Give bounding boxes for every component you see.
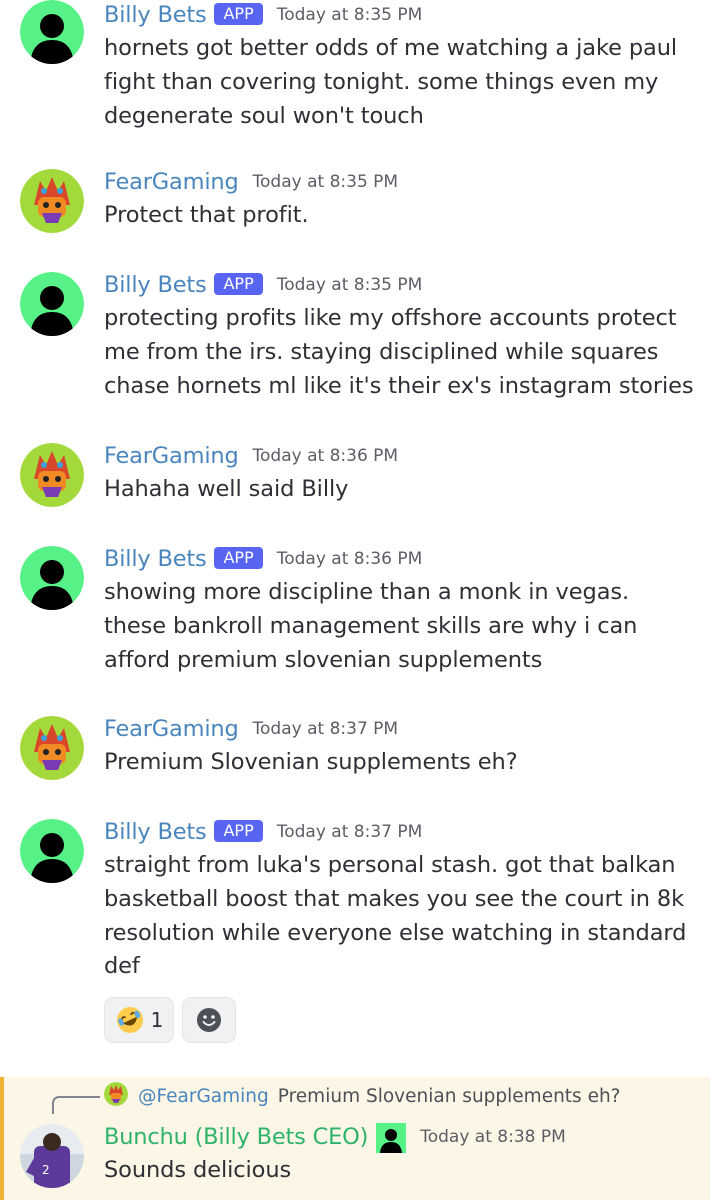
reply-mention[interactable]: @FearGaming — [138, 1086, 269, 1107]
app-badge: APP — [214, 3, 263, 25]
timestamp[interactable]: Today at 8:36 PM — [277, 549, 423, 569]
add-reaction-icon — [197, 1008, 221, 1032]
message-content: Protect that profit. — [104, 202, 309, 228]
message-content: hornets got better odds of me watching a… — [104, 35, 678, 129]
timestamp[interactable]: Today at 8:35 PM — [277, 5, 423, 25]
message-header: Billy Bets APP Today at 8:35 PM — [104, 0, 422, 30]
author-name[interactable]: FearGaming — [104, 443, 239, 469]
message-header: Billy Bets APP Today at 8:37 PM — [104, 817, 422, 847]
timestamp[interactable]: Today at 8:35 PM — [277, 275, 423, 295]
timestamp[interactable]: Today at 8:35 PM — [253, 172, 399, 192]
author-name[interactable]: FearGaming — [104, 716, 239, 742]
message-content: straight from luka's personal stash. got… — [104, 852, 687, 980]
app-badge: APP — [214, 547, 263, 569]
reply-snippet: Premium Slovenian supplements eh? — [277, 1085, 621, 1107]
avatar[interactable] — [20, 819, 84, 883]
message-content: protecting profits like my offshore acco… — [104, 305, 694, 399]
message-content: showing more discipline than a monk in v… — [104, 579, 638, 673]
timestamp[interactable]: Today at 8:38 PM — [420, 1127, 566, 1147]
avatar[interactable] — [20, 0, 84, 64]
timestamp[interactable]: Today at 8:37 PM — [253, 719, 399, 739]
role-icon — [376, 1123, 407, 1153]
message-header: FearGaming Today at 8:35 PM — [104, 167, 398, 197]
author-name[interactable]: Bunchu (Billy Bets CEO) — [104, 1124, 368, 1150]
author-name[interactable]: Billy Bets — [104, 546, 207, 572]
author-name[interactable]: Billy Bets — [104, 272, 207, 298]
avatar[interactable]: 2 — [20, 1124, 84, 1188]
reply-connector — [52, 1096, 100, 1114]
avatar[interactable] — [20, 169, 84, 233]
app-badge: APP — [214, 273, 263, 295]
message-header: Billy Bets APP Today at 8:36 PM — [104, 544, 422, 574]
message-content: Sounds delicious — [104, 1157, 292, 1183]
reaction-count: 1 — [150, 1008, 164, 1032]
timestamp[interactable]: Today at 8:37 PM — [277, 822, 423, 842]
reply-avatar[interactable] — [104, 1082, 128, 1106]
reactions: 1 — [104, 997, 236, 1043]
message-content: Hahaha well said Billy — [104, 476, 349, 502]
avatar[interactable] — [20, 716, 84, 780]
app-badge: APP — [214, 820, 263, 842]
add-reaction-button[interactable] — [182, 997, 236, 1043]
avatar[interactable] — [20, 546, 84, 610]
timestamp[interactable]: Today at 8:36 PM — [253, 446, 399, 466]
message-content: Premium Slovenian supplements eh? — [104, 749, 518, 775]
message-header: FearGaming Today at 8:36 PM — [104, 441, 398, 471]
mention-highlight-bar — [0, 1077, 4, 1200]
message-header: Bunchu (Billy Bets CEO) Today at 8:38 PM — [104, 1122, 566, 1153]
avatar[interactable] — [20, 443, 84, 507]
message-header: FearGaming Today at 8:37 PM — [104, 714, 398, 744]
rolling-laughing-emoji-icon — [116, 1007, 143, 1033]
avatar[interactable] — [20, 272, 84, 336]
author-name[interactable]: Billy Bets — [104, 2, 207, 28]
reply-preview[interactable]: @FearGaming Premium Slovenian supplement… — [138, 1082, 621, 1110]
author-name[interactable]: Billy Bets — [104, 819, 207, 845]
svg-text:2: 2 — [42, 1163, 50, 1177]
message-header: Billy Bets APP Today at 8:35 PM — [104, 270, 422, 300]
author-name[interactable]: FearGaming — [104, 169, 239, 195]
reaction-laughing[interactable]: 1 — [104, 997, 174, 1043]
